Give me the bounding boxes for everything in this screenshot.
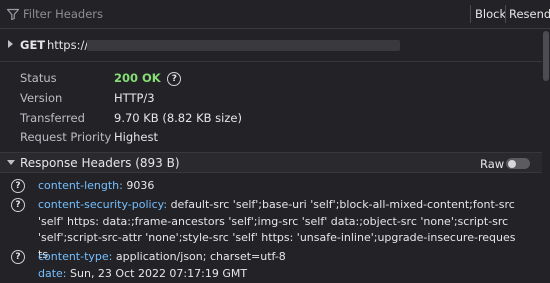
header-entry: content-length: 9036 (38, 178, 518, 195)
help-icon[interactable]: ? (167, 71, 182, 86)
response-headers-section[interactable]: Response Headers (893 B) Raw (0, 152, 550, 173)
filter-headers-input[interactable] (23, 5, 323, 23)
summary-value: 9.70 KB (8.82 KB size) (114, 111, 242, 125)
header-value: application/json; charset=utf-8 (115, 250, 286, 263)
redacted-url (87, 40, 400, 51)
summary-value: Highest (114, 130, 159, 144)
help-icon[interactable]: ? (11, 179, 25, 193)
summary-value: 200 OK ? (114, 71, 182, 86)
help-icon[interactable]: ? (11, 250, 25, 264)
header-value: Sun, 23 Oct 2022 07:17:19 GMT (70, 267, 248, 280)
raw-toggle[interactable] (506, 158, 530, 169)
collapse-arrow-icon[interactable] (7, 160, 15, 165)
toggle-knob (508, 159, 516, 168)
header-name: content-type: (38, 250, 113, 263)
header-name: content-length: (38, 179, 123, 192)
toolbar-divider (470, 5, 471, 23)
request-line[interactable]: GET https:// (0, 36, 550, 54)
status-code: 200 OK (114, 71, 161, 85)
header-name: date: (38, 267, 67, 280)
header-entry: content-type: application/json; charset=… (38, 249, 518, 266)
scrollbar-thumb[interactable] (543, 31, 549, 81)
request-url: https:// (47, 38, 89, 52)
summary-key: Transferred (20, 111, 85, 125)
block-button[interactable]: Block (475, 7, 506, 21)
header-value: 9036 (126, 179, 155, 192)
summary-value: HTTP/3 (114, 91, 155, 105)
header-name: content-security-policy: (38, 198, 168, 211)
headers-toolbar: Block Resend (0, 0, 550, 29)
summary-key: Status (20, 71, 57, 85)
toolbar-divider (505, 5, 506, 23)
header-entry: date: Sun, 23 Oct 2022 07:17:19 GMT (38, 266, 518, 283)
help-icon[interactable]: ? (11, 198, 25, 212)
summary-key: Version (20, 91, 63, 105)
filter-icon (6, 8, 20, 21)
scrollbar[interactable] (542, 29, 550, 273)
expand-arrow-icon[interactable] (8, 40, 13, 48)
resend-button[interactable]: Resend (509, 7, 550, 21)
request-method: GET (20, 38, 46, 52)
summary-key: Request Priority (20, 130, 112, 144)
raw-label: Raw (480, 157, 505, 171)
response-headers-title: Response Headers (893 B) (20, 156, 180, 170)
divider (0, 61, 550, 62)
